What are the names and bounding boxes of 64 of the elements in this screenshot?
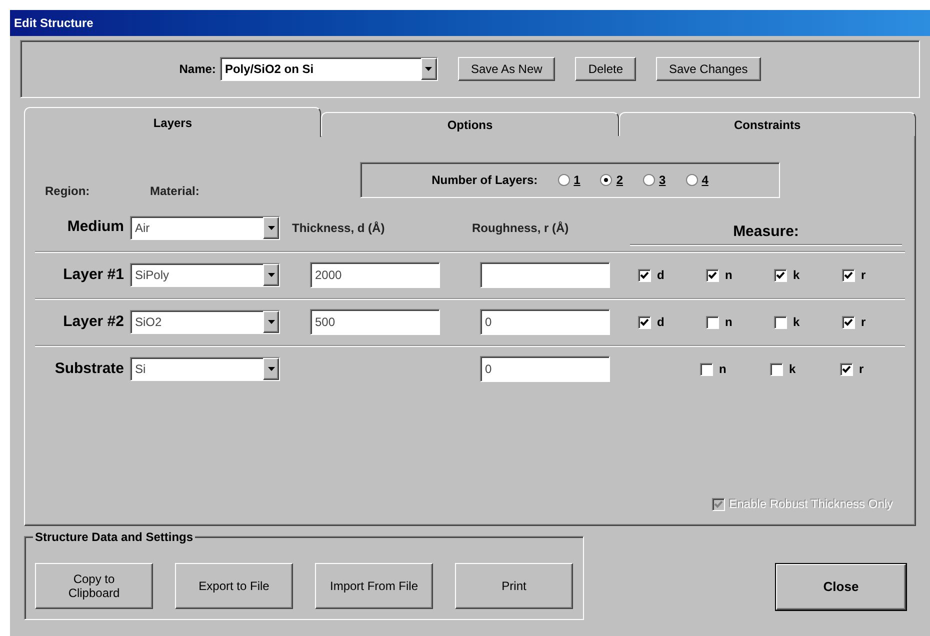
- tab[interactable]: Constraints: [618, 112, 916, 136]
- checkbox[interactable]: [840, 362, 853, 376]
- checkbox[interactable]: [842, 268, 855, 282]
- column-header: Material:: [149, 183, 200, 200]
- input-field[interactable]: 2000: [310, 262, 440, 288]
- input-field[interactable]: 0: [480, 356, 610, 382]
- button[interactable]: Print: [455, 563, 573, 609]
- column-header: Region:: [44, 183, 91, 200]
- button[interactable]: Save As New: [458, 57, 556, 81]
- input-field[interactable]: 500: [310, 309, 440, 335]
- checkbox[interactable]: [706, 316, 719, 328]
- column-header: Thickness, d (Å): [291, 220, 386, 236]
- checkbox[interactable]: [706, 268, 719, 282]
- radio-button[interactable]: [558, 174, 570, 186]
- region-label: Medium: [66, 217, 125, 238]
- material-dropdown[interactable]: SiPoly: [130, 263, 280, 287]
- measure-option[interactable]: k: [762, 360, 832, 378]
- measure-option[interactable]: k: [766, 313, 834, 331]
- radio-button[interactable]: [686, 174, 698, 186]
- button[interactable]: Save Changes: [656, 57, 761, 81]
- layer-count-label: Number of Layers:: [432, 172, 538, 189]
- region-label: Substrate: [54, 358, 125, 379]
- radio-option[interactable]: 3: [643, 171, 666, 189]
- name-dropdown[interactable]: Poly/SiO2 on Si: [220, 57, 438, 81]
- window-title: Edit Structure: [14, 15, 94, 32]
- checkbox[interactable]: [770, 362, 783, 376]
- measure-heading: Measure:: [733, 223, 799, 240]
- measure-option[interactable]: n: [698, 266, 766, 284]
- input-field[interactable]: 0: [480, 309, 610, 335]
- radio-option[interactable]: 2: [600, 171, 624, 189]
- measure-option[interactable]: r: [832, 360, 902, 378]
- checkbox[interactable]: [700, 362, 713, 376]
- checkbox[interactable]: [774, 316, 787, 328]
- radio-option[interactable]: 4: [686, 171, 708, 189]
- material-dropdown[interactable]: SiO2: [130, 310, 280, 334]
- radio-button[interactable]: [643, 174, 656, 186]
- radio-option[interactable]: 1: [558, 171, 580, 189]
- button[interactable]: Import From File: [315, 563, 433, 609]
- measure-option[interactable]: r: [834, 266, 902, 284]
- close-button[interactable]: Close: [776, 564, 906, 610]
- measure-option[interactable]: n: [698, 313, 766, 331]
- button[interactable]: Export to File: [175, 563, 293, 609]
- tab[interactable]: Layers: [24, 107, 322, 137]
- checkbox[interactable]: [638, 316, 651, 328]
- name-label: Name:: [179, 61, 216, 78]
- button[interactable]: Delete: [575, 57, 636, 81]
- checkbox[interactable]: [774, 268, 787, 282]
- button[interactable]: Copy to Clipboard: [35, 563, 153, 609]
- radio-button[interactable]: [600, 174, 612, 186]
- material-dropdown[interactable]: Si: [130, 357, 280, 381]
- measure-option[interactable]: r: [834, 313, 902, 331]
- material-dropdown[interactable]: Air: [130, 216, 280, 240]
- robust-option: Enable Robust Thickness Only: [712, 495, 893, 513]
- region-label: Layer #1: [62, 264, 125, 285]
- measure-option[interactable]: n: [692, 360, 762, 378]
- tab[interactable]: Options: [321, 112, 619, 136]
- input-field[interactable]: [480, 262, 610, 288]
- checkbox[interactable]: [842, 316, 855, 328]
- region-label: Layer #2: [62, 312, 125, 332]
- measure-option[interactable]: d: [630, 313, 698, 331]
- checkbox[interactable]: [638, 268, 651, 282]
- column-header: Roughness, r (Å): [471, 220, 570, 236]
- measure-option[interactable]: k: [766, 266, 834, 284]
- measure-option[interactable]: d: [630, 266, 698, 284]
